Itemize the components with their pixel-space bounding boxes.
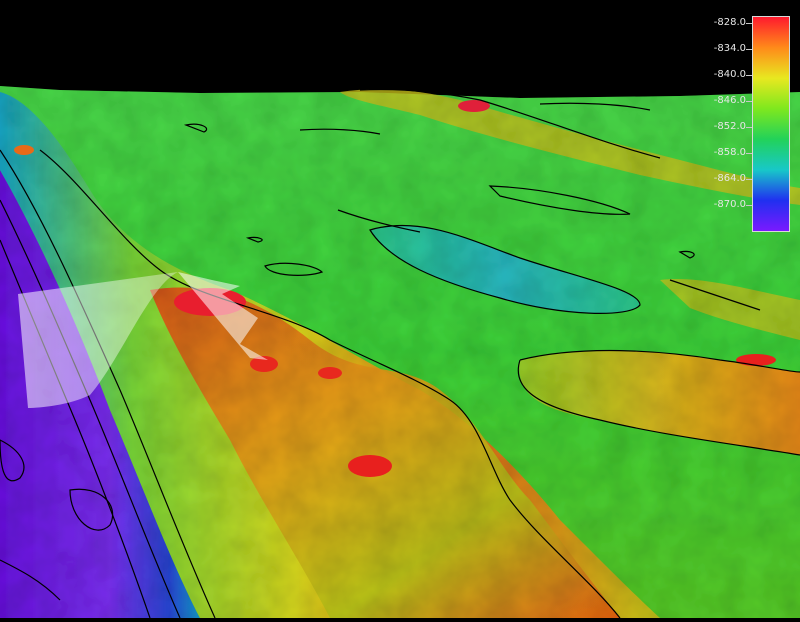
peak-small-2 [318, 367, 342, 379]
peak-far-north [14, 145, 34, 155]
legend-label-5: -858.0 [713, 147, 746, 158]
legend-tick [746, 75, 752, 76]
legend-label-0: -828.0 [713, 17, 746, 28]
legend-label-3: -846.0 [713, 95, 746, 106]
legend-label-1: -834.0 [713, 43, 746, 54]
bathymetry-map-view[interactable]: -828.0 -834.0 -840.0 -846.0 -852.0 -858.… [0, 0, 800, 619]
legend-tick [746, 101, 752, 102]
legend-tick [746, 205, 752, 206]
legend-tick [746, 49, 752, 50]
legend-tick [746, 23, 752, 24]
peak-east [736, 354, 776, 366]
seafloor-terrain [0, 0, 800, 619]
legend-label-7: -870.0 [713, 199, 746, 210]
legend-tick [746, 127, 752, 128]
peak-south [348, 455, 392, 477]
legend-label-6: -864.0 [713, 173, 746, 184]
depth-color-ramp [752, 16, 790, 232]
legend-label-2: -840.0 [713, 69, 746, 80]
legend-tick [746, 153, 752, 154]
legend-tick [746, 179, 752, 180]
depth-color-legend: -828.0 -834.0 -840.0 -846.0 -852.0 -858.… [706, 13, 794, 235]
legend-label-4: -852.0 [713, 121, 746, 132]
